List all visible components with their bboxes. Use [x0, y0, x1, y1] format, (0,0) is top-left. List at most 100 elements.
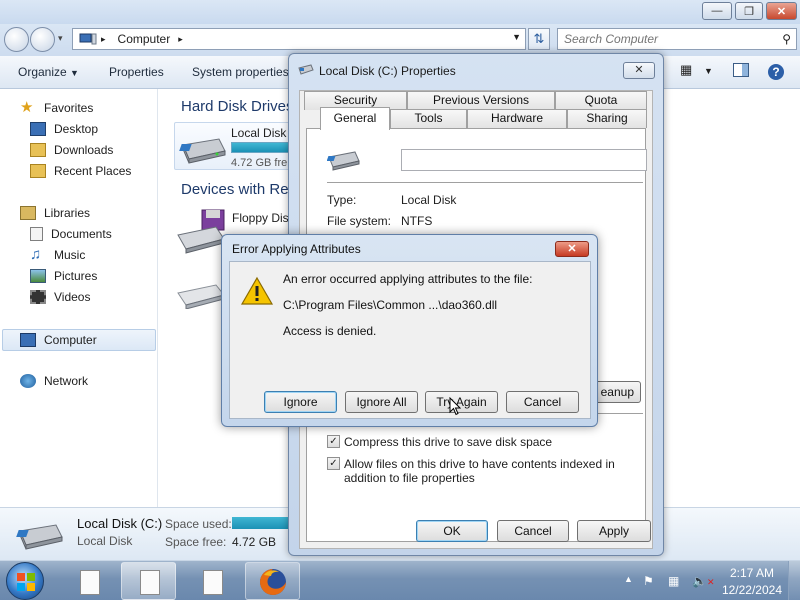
nav-recent-places-label: Recent Places [54, 164, 132, 178]
organize-menu[interactable]: Organize ▼ [18, 65, 79, 79]
hard-drive-icon [179, 138, 226, 164]
local-disk-tile[interactable]: Local Disk 4.72 GB fre [174, 122, 293, 170]
taskbar-document-2[interactable] [121, 562, 176, 600]
nav-downloads-label: Downloads [54, 143, 114, 157]
taskbar-firefox[interactable] [245, 562, 300, 600]
nav-recent-places[interactable]: Recent Places [30, 162, 131, 180]
search-icon[interactable]: ⚲ [782, 32, 791, 46]
search-input[interactable] [564, 29, 774, 49]
apply-button[interactable]: Apply [577, 520, 651, 542]
firefox-icon [260, 569, 286, 595]
documents-icon [30, 227, 43, 241]
clock[interactable]: 2:17 AM 12/22/2024 [722, 565, 782, 599]
properties-close-button[interactable]: ✕ [623, 62, 655, 79]
nav-documents-label: Documents [51, 227, 112, 241]
recent-pages-chevron-icon[interactable]: ▾ [58, 33, 63, 44]
cancel-button[interactable]: Cancel [497, 520, 569, 542]
ok-button[interactable]: OK [416, 520, 488, 542]
type-label: Type: [327, 193, 357, 207]
action-center-flag-icon[interactable]: ⚑ [643, 574, 654, 588]
nav-computer-label: Computer [44, 333, 97, 347]
system-properties-button[interactable]: System properties [192, 65, 289, 79]
forward-button[interactable] [30, 27, 55, 52]
compress-drive-checkbox[interactable]: ✓ Compress this drive to save disk space [327, 435, 643, 449]
breadcrumb-computer[interactable]: Computer [118, 32, 171, 46]
views-icon[interactable]: ▦ [680, 62, 692, 82]
hard-drive-icon [16, 524, 63, 550]
details-drive-name: Local Disk (C:) [77, 516, 163, 531]
tab-quota[interactable]: Quota [555, 91, 647, 110]
nav-documents[interactable]: Documents [30, 225, 112, 243]
back-button[interactable] [4, 27, 29, 52]
index-checkbox-box[interactable]: ✓ [327, 457, 340, 470]
mouse-cursor-icon [449, 397, 461, 416]
disk-usage-bar [231, 142, 293, 153]
nav-desktop[interactable]: Desktop [30, 120, 98, 138]
tab-tools[interactable]: Tools [390, 109, 467, 128]
start-button[interactable] [6, 562, 44, 600]
search-box[interactable]: ⚲ [557, 28, 797, 50]
maximize-button[interactable]: ❐ [735, 2, 763, 20]
tab-sharing[interactable]: Sharing [567, 109, 647, 128]
nav-music[interactable]: ♫ Music [30, 246, 85, 264]
separator [327, 182, 643, 183]
breadcrumb-arrow-icon[interactable]: ▸ [101, 34, 106, 45]
show-hidden-icons-icon[interactable]: ▲ [624, 574, 633, 584]
star-icon: ★ [20, 99, 34, 116]
properties-button[interactable]: Properties [109, 65, 164, 79]
hard-drive-icon [327, 151, 360, 171]
address-bar[interactable]: ▸ Computer ▸ ▼ [72, 28, 526, 50]
taskbar: ▲ ⚑ ▦ 🔈✕ 2:17 AM 12/22/2024 [0, 560, 800, 600]
recent-places-icon [30, 164, 46, 178]
nav-favorites-label: Favorites [44, 101, 94, 115]
computer-icon [79, 33, 97, 45]
floppy-disk-label: Floppy Disk [232, 211, 295, 225]
taskbar-document-3[interactable] [184, 562, 239, 600]
compress-label: Compress this drive to save disk space [344, 435, 553, 449]
warning-icon [240, 276, 274, 305]
refresh-button[interactable]: ⇅ [528, 28, 550, 50]
tab-general[interactable]: General [320, 107, 390, 130]
nav-libraries[interactable]: Libraries [20, 204, 90, 222]
nav-videos[interactable]: Videos [30, 288, 90, 306]
help-button[interactable]: ? [767, 63, 785, 83]
breadcrumb-arrow-icon[interactable]: ▸ [178, 34, 183, 45]
error-close-button[interactable]: ✕ [555, 241, 589, 257]
address-dropdown-icon[interactable]: ▼ [512, 32, 521, 42]
downloads-folder-icon [30, 143, 46, 157]
tab-previous-versions[interactable]: Previous Versions [407, 91, 555, 110]
error-body: An error occurred applying attributes to… [229, 261, 591, 419]
videos-icon [30, 290, 46, 304]
index-label: Allow files on this drive to have conten… [344, 457, 615, 485]
nav-pictures-label: Pictures [54, 269, 98, 283]
nav-favorites[interactable]: ★ Favorites [20, 99, 93, 117]
try-again-button[interactable]: Try Again [425, 391, 498, 413]
nav-libraries-label: Libraries [44, 206, 91, 220]
compress-checkbox-box[interactable]: ✓ [327, 435, 340, 448]
network-tray-icon[interactable]: ▦ [668, 574, 679, 588]
computer-icon [20, 333, 36, 347]
preview-pane-button[interactable] [733, 63, 749, 83]
views-dropdown-icon[interactable]: ▼ [704, 66, 713, 86]
minimize-button[interactable]: — [702, 2, 732, 20]
index-drive-checkbox[interactable]: ✓ Allow files on this drive to have cont… [327, 457, 643, 485]
error-cancel-button[interactable]: Cancel [506, 391, 579, 413]
nav-computer[interactable]: Computer [20, 331, 97, 349]
type-value: Local Disk [401, 193, 457, 207]
hard-disk-drives-heading: Hard Disk Drives [181, 98, 294, 115]
drive-name-input[interactable] [401, 149, 647, 171]
ignore-all-button[interactable]: Ignore All [345, 391, 418, 413]
volume-muted-icon[interactable]: 🔈✕ [692, 574, 715, 588]
document-icon [140, 570, 160, 595]
navigation-pane: ★ Favorites Desktop Downloads Recent Pla… [0, 89, 158, 507]
error-message: An error occurred applying attributes to… [283, 272, 533, 286]
show-desktop-button[interactable] [788, 561, 800, 600]
ignore-button[interactable]: Ignore [264, 391, 337, 413]
nav-pictures[interactable]: Pictures [30, 267, 97, 285]
taskbar-document-1[interactable] [61, 562, 116, 600]
nav-downloads[interactable]: Downloads [30, 141, 113, 159]
space-free-value: 4.72 GB [232, 535, 277, 549]
close-button[interactable]: ✕ [766, 2, 797, 20]
tab-hardware[interactable]: Hardware [467, 109, 567, 128]
nav-network[interactable]: Network [20, 372, 88, 390]
